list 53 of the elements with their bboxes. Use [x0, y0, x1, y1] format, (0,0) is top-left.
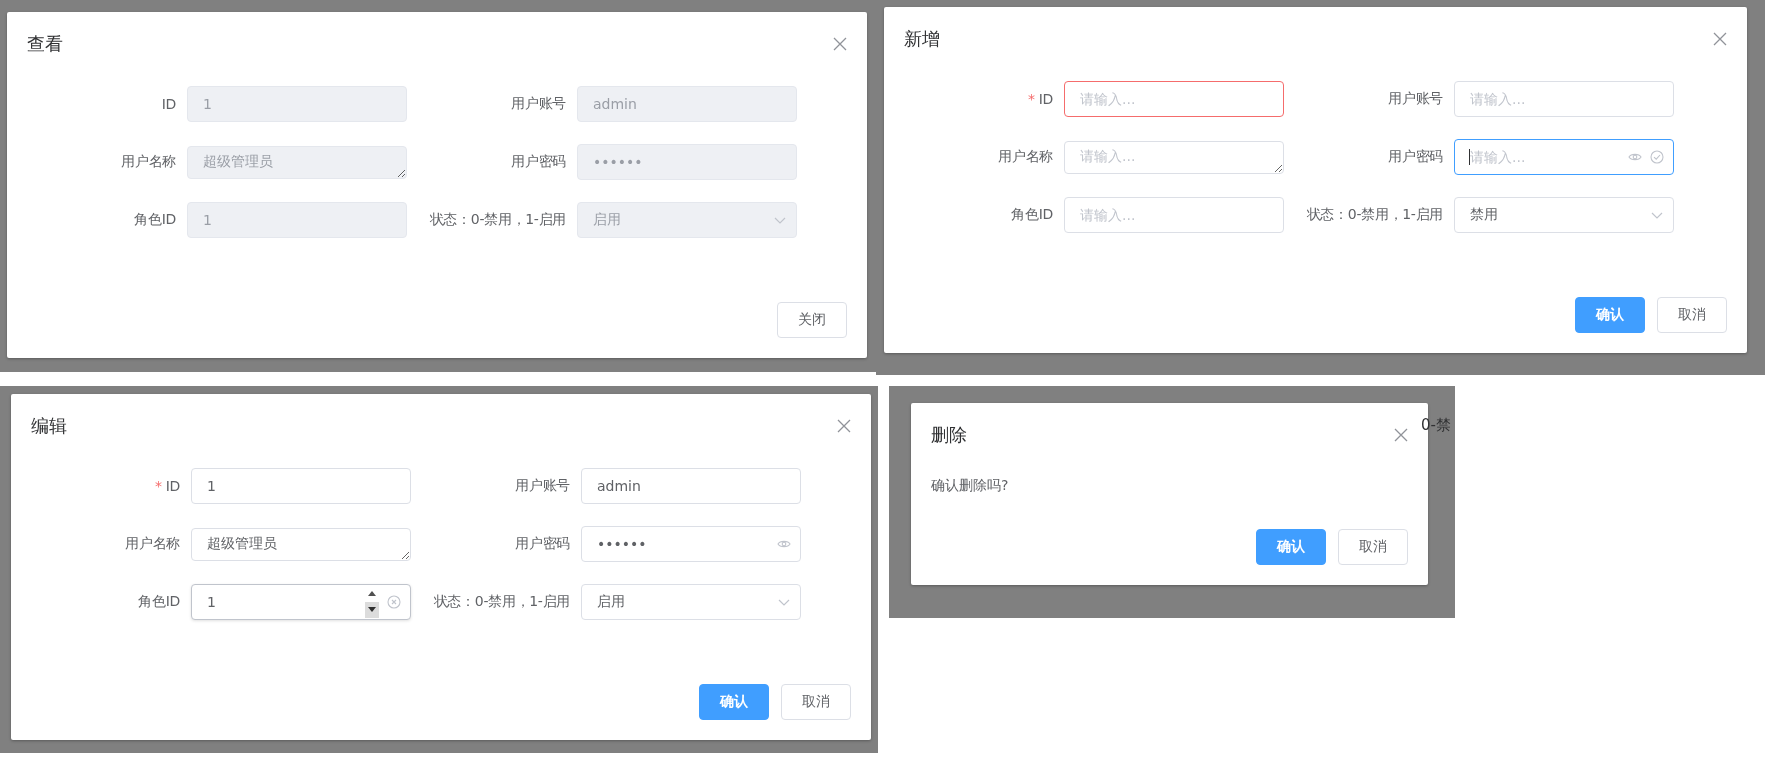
password-field[interactable]: 请输入...	[1454, 139, 1674, 175]
field-label: 用户账号	[514, 477, 570, 495]
field-label: * ID	[154, 478, 180, 494]
field-label: 状态：0-禁用，1-启用	[428, 211, 566, 229]
cancel-button[interactable]: 取消	[1657, 297, 1727, 333]
clear-icon[interactable]	[387, 595, 401, 609]
field-label: 用户名称	[997, 148, 1053, 166]
field-label: 用户名称	[124, 535, 180, 553]
text-area[interactable]: 请输入...	[1064, 140, 1284, 174]
check-circle-icon	[1650, 150, 1664, 164]
input-field[interactable]: admin	[581, 468, 801, 504]
eye-icon[interactable]	[777, 539, 791, 549]
field-label: 用户密码	[1387, 148, 1443, 166]
field-label: 用户账号	[1387, 90, 1443, 108]
dialog-title: 删除	[931, 423, 967, 447]
status-select[interactable]: 禁用	[1454, 197, 1674, 233]
close-button[interactable]	[837, 419, 851, 433]
dialog-title: 编辑	[31, 414, 67, 438]
close-icon	[1713, 32, 1727, 46]
field-label: ID	[160, 96, 176, 112]
close-button[interactable]	[1713, 32, 1727, 46]
chevron-down-icon	[778, 598, 790, 606]
field-label: 用户密码	[510, 153, 566, 171]
text-cursor	[1469, 149, 1470, 165]
cancel-button[interactable]: 关闭	[777, 302, 847, 338]
input-field[interactable]: 请输入...	[1064, 81, 1284, 117]
field-label: 用户密码	[514, 535, 570, 553]
field-label: 角色ID	[1010, 206, 1053, 224]
field-label: 状态：0-禁用，1-启用	[1305, 206, 1443, 224]
input-field[interactable]: 1	[191, 468, 411, 504]
close-icon	[1394, 428, 1408, 442]
cancel-button[interactable]: 取消	[1338, 529, 1408, 565]
field-label: 角色ID	[133, 211, 176, 229]
chevron-down-icon	[1651, 211, 1663, 219]
cancel-button[interactable]: 取消	[781, 684, 851, 720]
text-area[interactable]: 超级管理员	[191, 527, 411, 561]
field-label: 状态：0-禁用，1-启用	[432, 593, 570, 611]
close-button[interactable]	[833, 37, 847, 51]
dialog-title: 新增	[904, 27, 940, 51]
password-field[interactable]: ••••••	[581, 526, 801, 562]
chevron-down-icon	[774, 216, 786, 224]
close-button[interactable]	[1394, 428, 1408, 442]
field-label: * ID	[1027, 91, 1053, 107]
status-select[interactable]: 启用	[581, 584, 801, 620]
close-icon	[833, 37, 847, 51]
confirm-message: 确认删除吗?	[930, 476, 1010, 495]
number-field[interactable]: 1	[191, 584, 411, 620]
eye-icon[interactable]	[1628, 152, 1642, 162]
field-label: 角色ID	[137, 593, 180, 611]
close-icon	[837, 419, 851, 433]
field-label: 用户账号	[510, 95, 566, 113]
dialog-title: 查看	[27, 32, 63, 56]
field-label: 用户名称	[120, 153, 176, 171]
